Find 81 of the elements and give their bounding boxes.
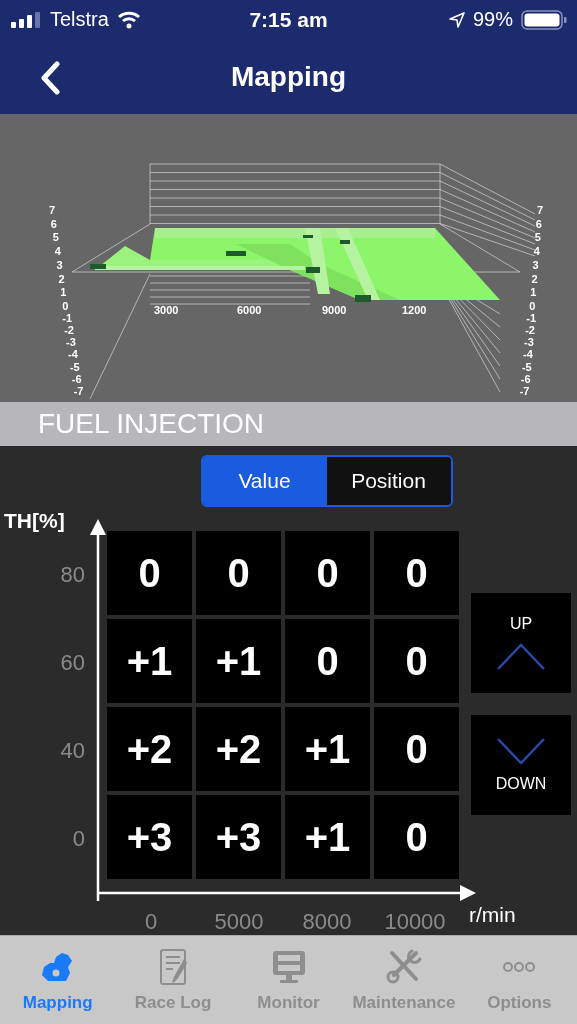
axis-tick-label: 7 — [536, 203, 544, 216]
column-label: 8000 — [301, 909, 353, 936]
segment-tab[interactable]: Value — [202, 457, 327, 506]
map-cell[interactable]: +1 — [285, 795, 370, 880]
axis-tick-label: -2 — [64, 323, 74, 336]
row-label: 60 — [59, 649, 86, 678]
axis-tick-label: -4 — [523, 348, 533, 360]
axis-title: r/min — [469, 903, 516, 928]
axis-tick-label: 0 — [62, 299, 69, 312]
axis-tick-label: -7 — [73, 384, 84, 397]
axis-tick-label: 4 — [533, 244, 540, 257]
axis-tick-label: 1200 — [402, 303, 427, 316]
axis-tick-label: 2 — [58, 272, 65, 285]
row-label: 40 — [59, 737, 86, 766]
section-title: FUEL INJECTION — [38, 407, 265, 440]
map-cell[interactable]: 0 — [374, 707, 459, 792]
surface-marker — [306, 266, 320, 273]
surface-marker — [90, 263, 106, 269]
map-cell[interactable]: 0 — [107, 531, 192, 616]
map-cell[interactable]: 0 — [374, 531, 459, 616]
axis-tick-label: 7 — [48, 203, 56, 216]
axis-title: TH[%] — [4, 509, 65, 534]
axis-tick-label: 2 — [531, 272, 538, 285]
axis-tick-label: -6 — [71, 372, 82, 385]
axis-tick-label: 6 — [50, 217, 57, 230]
axis-tick-label: -3 — [524, 335, 534, 348]
axis-tick-label: -5 — [521, 360, 532, 373]
map-cell[interactable]: +2 — [196, 707, 281, 792]
map-cell[interactable]: +3 — [196, 795, 281, 880]
surface-marker — [303, 234, 313, 238]
signal-icon — [10, 11, 42, 28]
axis-tick-label: -2 — [525, 323, 535, 336]
row-label: 80 — [59, 561, 86, 590]
axis-tick-label: 0 — [529, 299, 536, 312]
surface-marker — [226, 250, 246, 256]
battery-percent: 99% — [472, 8, 513, 32]
screen-title: Mapping — [230, 60, 347, 93]
map-cell[interactable]: 0 — [374, 795, 459, 880]
axis-tick-label: -7 — [519, 384, 530, 397]
axis-tick-label: 5 — [534, 231, 541, 243]
axis-tick-label: 3 — [56, 258, 63, 271]
map-cell[interactable]: 0 — [374, 619, 459, 704]
surface-marker — [355, 294, 371, 302]
axis-tick-label: -1 — [62, 311, 73, 324]
column-label: 10000 — [383, 909, 447, 936]
map-cell[interactable]: +2 — [107, 707, 192, 792]
map-cell[interactable]: 0 — [196, 531, 281, 616]
map-cell[interactable]: +3 — [107, 795, 192, 880]
axis-tick-label: 6 — [535, 217, 542, 230]
column-label: 0 — [143, 909, 159, 936]
axis-tick-label: 6000 — [237, 303, 262, 316]
segment-tab[interactable]: Position — [326, 457, 451, 506]
axis-tick-label: -4 — [68, 348, 78, 360]
axis-tick-label: 5 — [52, 231, 59, 243]
chevron-up-icon — [496, 641, 546, 672]
map-cell[interactable]: +1 — [196, 619, 281, 704]
axis-tick-label: -1 — [526, 311, 537, 324]
surface-marker — [340, 239, 350, 244]
axis-tick-label: -5 — [69, 360, 80, 373]
axis-tick-label: -6 — [520, 372, 531, 385]
adjust-button[interactable]: DOWN — [471, 715, 571, 816]
adjust-button[interactable]: UP — [471, 593, 571, 694]
map-cell[interactable]: 0 — [285, 619, 370, 704]
axis-tick-label: 1 — [530, 285, 537, 298]
axis-tick-label: 9000 — [322, 303, 347, 316]
map-cell[interactable]: +1 — [107, 619, 192, 704]
axis-tick-label: 1 — [60, 285, 67, 298]
carrier-name: Telstra — [50, 8, 109, 32]
axis-tick-label: 3000 — [154, 303, 179, 316]
column-label: 5000 — [213, 909, 265, 936]
axis-tick-label: 4 — [54, 244, 61, 257]
row-label: 0 — [71, 825, 86, 854]
map-cell[interactable]: 0 — [285, 531, 370, 616]
axis-tick-label: -3 — [66, 335, 76, 348]
more-icon — [502, 961, 537, 973]
location-icon — [448, 11, 465, 28]
axis-tick-label: 3 — [532, 258, 539, 271]
battery-icon — [521, 9, 567, 30]
map-cell[interactable]: +1 — [285, 707, 370, 792]
wifi-icon — [116, 10, 141, 29]
clock-time: 7:15 am — [249, 7, 328, 32]
